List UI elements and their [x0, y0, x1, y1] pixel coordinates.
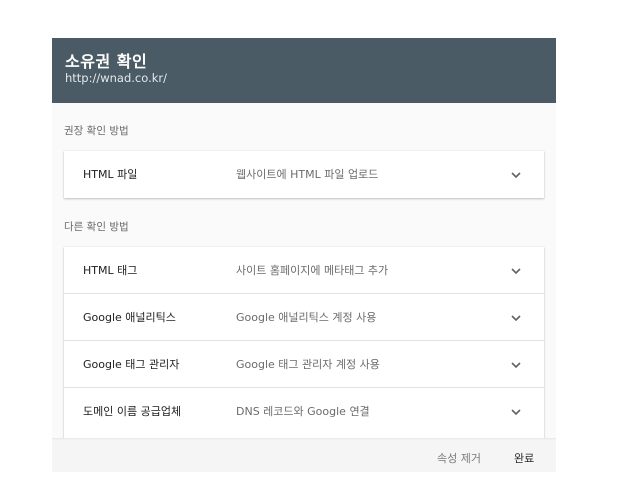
chevron-down-icon[interactable]	[510, 265, 522, 277]
recommended-method-label: 권장 확인 방법	[64, 125, 129, 137]
method-name: 도메인 이름 공급업체	[83, 405, 182, 418]
method-row-html-tag[interactable]: HTML 태그 사이트 홈페이지에 메타태그 추가	[64, 247, 544, 294]
method-row-google-tag-manager[interactable]: Google 태그 관리자 Google 태그 관리자 계정 사용	[64, 341, 544, 388]
dialog-footer: 속성 제거 완료	[52, 438, 556, 472]
alternate-methods-card: HTML 태그 사이트 홈페이지에 메타태그 추가 Google 애널리틱스 G…	[64, 247, 544, 438]
recommended-methods-card: HTML 파일 웹사이트에 HTML 파일 업로드	[64, 151, 544, 198]
dialog-title: 소유권 확인	[65, 52, 148, 71]
method-name: HTML 태그	[83, 264, 138, 277]
method-row-domain-provider[interactable]: 도메인 이름 공급업체 DNS 레코드와 Google 연결	[64, 388, 544, 435]
alternate-method-label: 다른 확인 방법	[64, 221, 129, 233]
method-description: Google 태그 관리자 계정 사용	[236, 358, 380, 371]
done-button[interactable]: 완료	[514, 438, 534, 480]
method-row-html-file[interactable]: HTML 파일 웹사이트에 HTML 파일 업로드	[64, 151, 544, 198]
method-description: 사이트 홈페이지에 메타태그 추가	[236, 264, 389, 277]
method-description: DNS 레코드와 Google 연결	[236, 405, 370, 418]
method-description: 웹사이트에 HTML 파일 업로드	[236, 168, 379, 181]
footer-divider	[52, 438, 556, 440]
method-name: HTML 파일	[83, 168, 138, 181]
method-description: Google 애널리틱스 계정 사용	[236, 311, 377, 324]
chevron-down-icon[interactable]	[510, 359, 522, 371]
method-name: Google 애널리틱스	[83, 311, 176, 324]
chevron-down-icon[interactable]	[510, 169, 522, 181]
chevron-down-icon[interactable]	[510, 312, 522, 324]
chevron-down-icon[interactable]	[510, 406, 522, 418]
method-name: Google 태그 관리자	[83, 358, 180, 371]
remove-property-button[interactable]: 속성 제거	[437, 438, 481, 480]
ownership-verification-dialog: 소유권 확인 http://wnad.co.kr/ 권장 확인 방법 HTML …	[52, 38, 556, 472]
dialog-header: 소유권 확인 http://wnad.co.kr/	[52, 38, 556, 103]
property-url: http://wnad.co.kr/	[65, 71, 168, 85]
method-row-google-analytics[interactable]: Google 애널리틱스 Google 애널리틱스 계정 사용	[64, 294, 544, 341]
